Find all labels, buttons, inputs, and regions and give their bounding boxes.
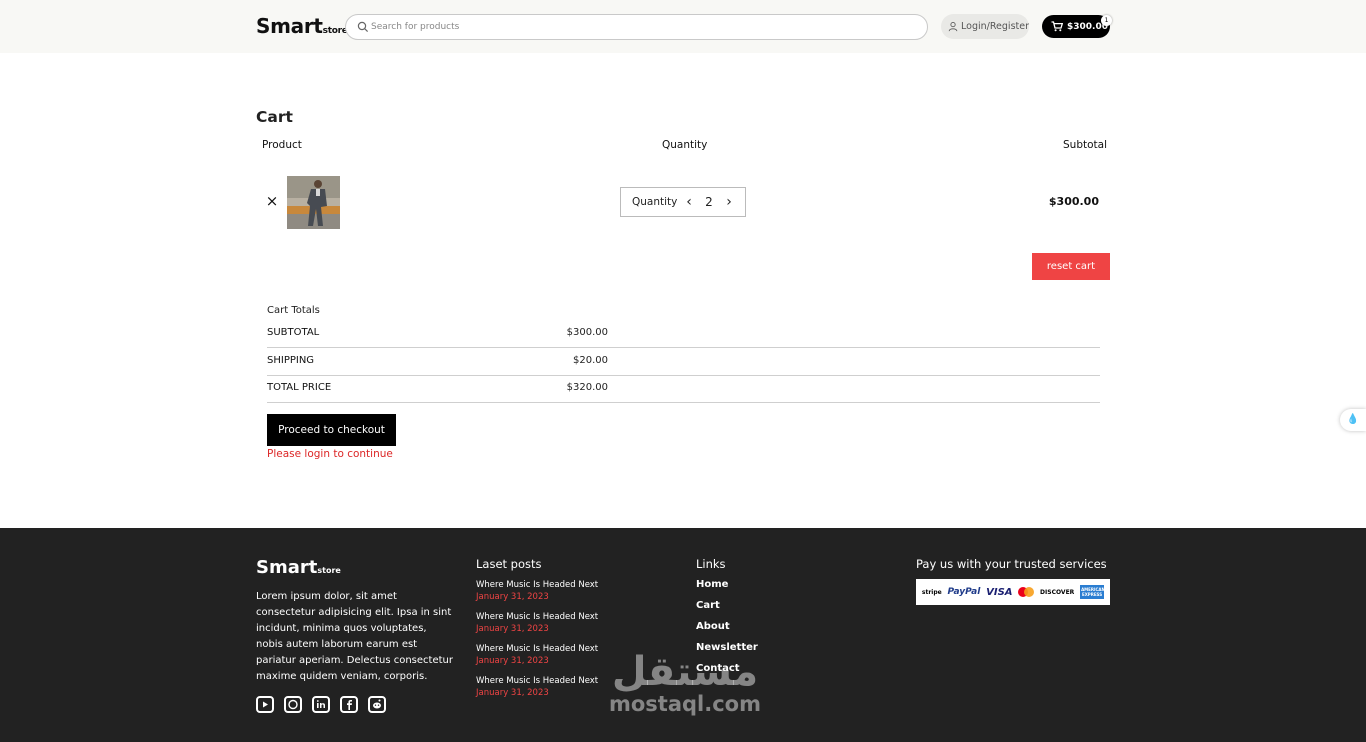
login-required-message[interactable]: Please login to continue — [267, 448, 393, 460]
github-icon[interactable] — [284, 696, 302, 713]
remove-item-icon[interactable]: × — [264, 193, 280, 209]
mastercard-logo — [1018, 587, 1035, 597]
latest-posts-list: Where Music Is Headed Next January 31, 20… — [476, 580, 598, 708]
facebook-icon[interactable] — [340, 696, 358, 713]
totals-label: SHIPPING — [267, 355, 315, 366]
cart-count-badge: 1 — [1101, 15, 1112, 26]
column-quantity: Quantity — [662, 139, 708, 151]
latest-posts-heading: Laset posts — [476, 557, 542, 571]
payment-heading: Pay us with your trusted services — [916, 557, 1107, 571]
site-logo[interactable]: Smartstore — [256, 14, 348, 38]
post-title[interactable]: Where Music Is Headed Next — [476, 612, 598, 622]
search-input[interactable] — [371, 18, 911, 36]
product-image[interactable] — [287, 176, 340, 229]
proceed-to-checkout-button[interactable]: Proceed to checkout — [267, 414, 396, 446]
links-heading: Links — [696, 557, 726, 571]
footer-link-home[interactable]: Home — [696, 579, 758, 600]
social-links — [256, 696, 386, 713]
increase-quantity-icon[interactable]: › — [722, 195, 736, 209]
watermark-arabic: مستقل — [611, 649, 759, 695]
post-date: January 31, 2023 — [476, 688, 549, 698]
stripe-logo: stripe — [921, 588, 942, 596]
post-item[interactable]: Where Music Is Headed Next January 31, 20… — [476, 676, 598, 708]
paypal-logo: PayPal — [947, 587, 981, 597]
linkedin-icon[interactable] — [312, 696, 330, 713]
post-date: January 31, 2023 — [476, 592, 549, 602]
totals-value: $320.00 — [566, 382, 608, 393]
quantity-stepper[interactable]: Quantity ‹ 2 › — [620, 187, 746, 217]
search-bar[interactable] — [345, 14, 928, 40]
cart-totals-title: Cart Totals — [267, 305, 320, 316]
payment-methods-banner: stripe PayPal VISA DISCOVER AMERICAN EXP… — [916, 579, 1110, 605]
post-item[interactable]: Where Music Is Headed Next January 31, 20… — [476, 644, 598, 676]
search-icon — [357, 21, 369, 33]
footer-logo[interactable]: Smartstore — [256, 557, 341, 578]
amex-logo: AMERICAN EXPRESS — [1080, 585, 1105, 599]
header-cart-button[interactable]: $300.00 — [1042, 15, 1110, 38]
post-date: January 31, 2023 — [476, 624, 549, 634]
post-date: January 31, 2023 — [476, 656, 549, 666]
item-subtotal: $300.00 — [1048, 195, 1099, 208]
totals-label: SUBTOTAL — [267, 327, 320, 338]
footer-logo-main: Smart — [256, 557, 318, 578]
mostaql-watermark: مستقل mostaql.com — [600, 648, 770, 716]
logo-main: Smart — [256, 14, 323, 38]
user-icon — [948, 21, 958, 32]
footer-link-cart[interactable]: Cart — [696, 600, 758, 621]
totals-value: $300.00 — [566, 327, 608, 338]
column-subtotal: Subtotal — [1063, 139, 1107, 151]
post-item[interactable]: Where Music Is Headed Next January 31, 20… — [476, 580, 598, 612]
site-header: Smartstore Login/Register $300.00 1 — [0, 0, 1366, 53]
post-title[interactable]: Where Music Is Headed Next — [476, 580, 598, 590]
totals-row-shipping: SHIPPING $20.00 — [267, 349, 1100, 376]
discover-logo: DISCOVER — [1040, 588, 1075, 596]
column-product: Product — [262, 139, 302, 151]
youtube-icon[interactable] — [256, 696, 274, 713]
footer-link-about[interactable]: About — [696, 621, 758, 642]
footer-logo-sub: store — [317, 566, 341, 575]
decrease-quantity-icon[interactable]: ‹ — [682, 195, 696, 209]
site-footer: Smartstore Lorem ipsum dolor, sit amet c… — [0, 528, 1366, 742]
cart-icon — [1051, 21, 1063, 32]
login-label: Login/Register — [961, 21, 1029, 32]
accessibility-widget-icon[interactable]: 💧 — [1340, 409, 1366, 431]
quantity-label: Quantity — [632, 196, 678, 208]
post-title[interactable]: Where Music Is Headed Next — [476, 676, 598, 686]
post-item[interactable]: Where Music Is Headed Next January 31, 20… — [476, 612, 598, 644]
reset-cart-button[interactable]: reset cart — [1032, 253, 1110, 280]
post-title[interactable]: Where Music Is Headed Next — [476, 644, 598, 654]
visa-logo: VISA — [986, 586, 1013, 598]
quantity-value[interactable]: 2 — [696, 195, 722, 209]
totals-row-total-price: TOTAL PRICE $320.00 — [267, 376, 1100, 403]
totals-row-subtotal: SUBTOTAL $300.00 — [267, 321, 1100, 348]
totals-label: TOTAL PRICE — [267, 382, 332, 393]
login-register-button[interactable]: Login/Register — [941, 14, 1029, 39]
cart-title: Cart — [256, 108, 293, 126]
totals-value: $20.00 — [573, 355, 608, 366]
footer-description: Lorem ipsum dolor, sit amet consectetur … — [256, 591, 453, 682]
watermark-english: mostaql.com — [609, 692, 761, 716]
reddit-icon[interactable] — [368, 696, 386, 713]
logo-sub: store — [322, 26, 348, 36]
